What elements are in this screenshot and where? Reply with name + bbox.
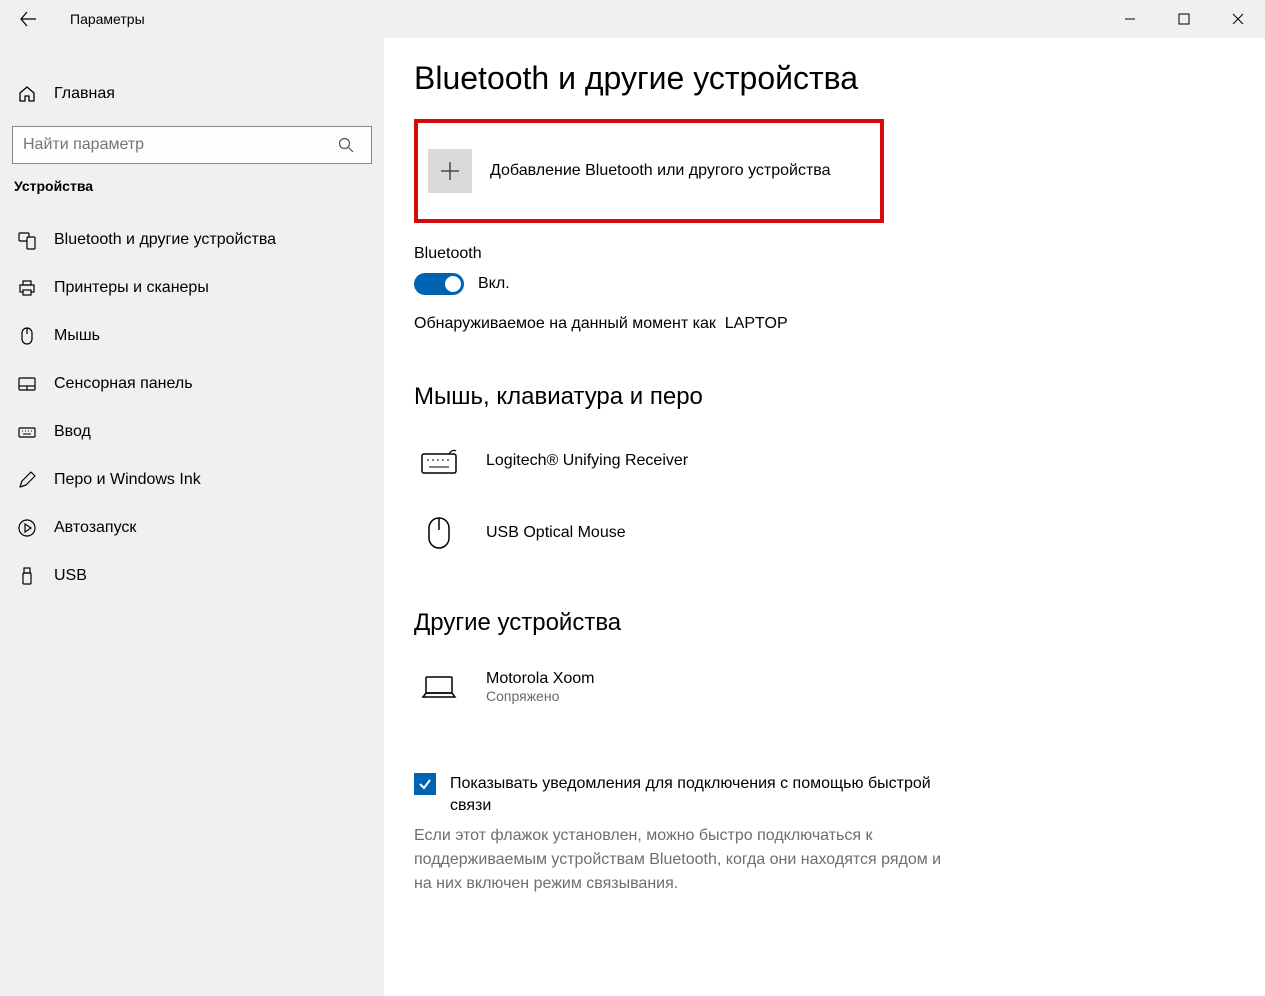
close-icon [1232, 13, 1244, 25]
toggle-knob [445, 276, 461, 292]
add-device-label: Добавление Bluetooth или другого устройс… [490, 162, 831, 180]
device-name: Logitech® Unifying Receiver [486, 452, 688, 470]
check-icon [417, 776, 433, 792]
device-item[interactable]: USB Optical Mouse [414, 497, 1235, 569]
usb-icon [16, 566, 38, 586]
nav-bluetooth[interactable]: Bluetooth и другие устройства [0, 216, 384, 264]
add-device-button[interactable]: Добавление Bluetooth или другого устройс… [414, 119, 884, 223]
nav-home-label: Главная [54, 85, 115, 103]
quick-connect-checkbox[interactable] [414, 773, 436, 795]
device-item[interactable]: Motorola Xoom Сопряжено [414, 651, 1235, 723]
nav-item-label: Перо и Windows Ink [54, 471, 201, 489]
quick-connect-desc: Если этот флажок установлен, можно быстр… [414, 824, 954, 896]
device-status: Сопряжено [486, 688, 595, 704]
bluetooth-toggle[interactable] [414, 273, 464, 295]
devices-icon [16, 230, 38, 250]
page-heading: Bluetooth и другие устройства [414, 60, 1235, 97]
nav-typing[interactable]: Ввод [0, 408, 384, 456]
device-name: Motorola Xoom [486, 670, 595, 688]
quick-connect-label: Показывать уведомления для подключения с… [450, 773, 954, 818]
nav-printers[interactable]: Принтеры и сканеры [0, 264, 384, 312]
device-item[interactable]: Logitech® Unifying Receiver [414, 425, 1235, 497]
plus-icon [428, 149, 472, 193]
close-button[interactable] [1211, 0, 1265, 38]
nav-usb[interactable]: USB [0, 552, 384, 600]
group-other-header: Другие устройства [414, 609, 1235, 637]
search-box[interactable] [12, 126, 372, 164]
bluetooth-label: Bluetooth [414, 245, 1235, 263]
main-pane: Bluetooth и другие устройства Добавление… [384, 38, 1265, 996]
discoverable-prefix: Обнаруживаемое на данный момент как [414, 315, 716, 332]
maximize-button[interactable] [1157, 0, 1211, 38]
mouse-icon [16, 326, 38, 346]
nav-autoplay[interactable]: Автозапуск [0, 504, 384, 552]
nav-item-label: Автозапуск [54, 519, 136, 537]
minimize-button[interactable] [1103, 0, 1157, 38]
group-input-header: Мышь, клавиатура и перо [414, 383, 1235, 411]
back-button[interactable] [8, 0, 48, 38]
autoplay-icon [16, 518, 38, 538]
pen-icon [16, 470, 38, 490]
discoverable-text: Обнаруживаемое на данный момент как LAPT… [414, 315, 1235, 333]
laptop-device-icon [414, 672, 464, 702]
printer-icon [16, 278, 38, 298]
category-label: Устройства [0, 178, 384, 194]
window-title: Параметры [70, 11, 145, 27]
arrow-left-icon [19, 10, 37, 28]
nav-item-label: Ввод [54, 423, 91, 441]
nav-item-label: Принтеры и сканеры [54, 279, 209, 297]
nav-mouse[interactable]: Мышь [0, 312, 384, 360]
discoverable-name: LAPTOP [725, 315, 788, 332]
sidebar: Главная Устройства Bluetooth и другие ус… [0, 38, 384, 996]
search-icon [338, 137, 354, 153]
nav-home[interactable]: Главная [0, 70, 384, 118]
window-controls [1103, 0, 1265, 38]
device-name: USB Optical Mouse [486, 524, 626, 542]
nav-touchpad[interactable]: Сенсорная панель [0, 360, 384, 408]
nav-item-label: USB [54, 567, 87, 585]
keyboard-receiver-icon [414, 446, 464, 476]
keyboard-icon [16, 422, 38, 442]
nav-pen[interactable]: Перо и Windows Ink [0, 456, 384, 504]
nav-item-label: Сенсорная панель [54, 375, 193, 393]
home-icon [16, 84, 38, 104]
nav-item-label: Bluetooth и другие устройства [54, 231, 276, 249]
toggle-state-label: Вкл. [478, 275, 510, 293]
search-input[interactable] [12, 126, 372, 164]
nav-item-label: Мышь [54, 327, 100, 345]
titlebar: Параметры [0, 0, 1265, 38]
touchpad-icon [16, 374, 38, 394]
mouse-device-icon [414, 515, 464, 551]
maximize-icon [1178, 13, 1190, 25]
minimize-icon [1124, 13, 1136, 25]
